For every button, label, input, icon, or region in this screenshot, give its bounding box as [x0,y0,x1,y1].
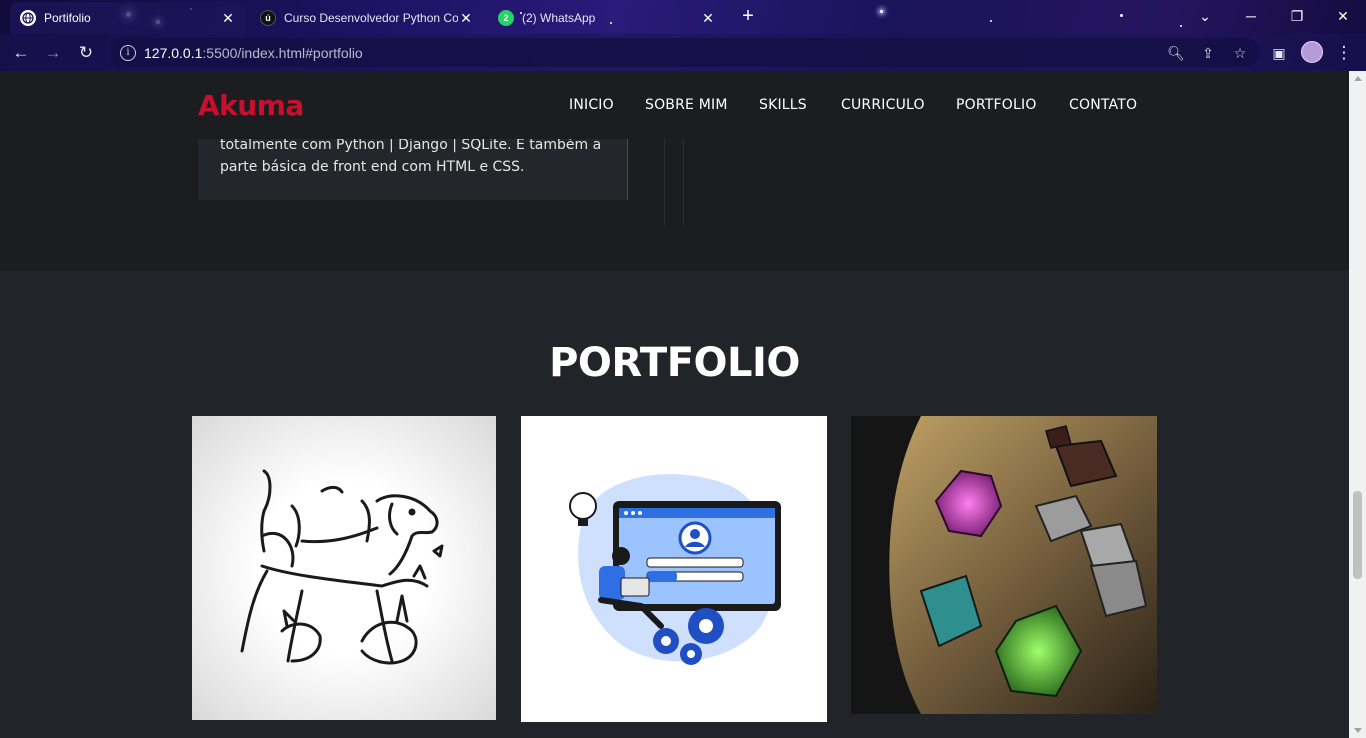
menu-icon[interactable]: ⋮ [1331,40,1357,66]
divider [683,129,684,226]
pets-line-art-image [240,469,444,665]
nav-sobre-mim[interactable]: SOBRE MIM [645,97,728,113]
tab-strip: Portifolio ✕ ú Curso Desenvolvedor Pytho… [0,0,1366,34]
scrollbar-thumb[interactable] [1353,491,1362,579]
tab-title: (2) WhatsApp [522,11,596,25]
tab-whatsapp[interactable]: 2 (2) WhatsApp ✕ [488,2,726,34]
whatsapp-icon: 2 [498,10,514,26]
portfolio-title: PORTFOLIO [549,340,800,386]
close-tab-icon[interactable]: ✕ [700,10,716,26]
close-tab-icon[interactable]: ✕ [458,10,474,26]
nav-curriculo[interactable]: CURRICULO [841,97,925,113]
nav-portfolio[interactable]: PORTFOLIO [956,97,1037,113]
scroll-down-icon[interactable] [1354,728,1362,733]
browser-chrome: Portifolio ✕ ú Curso Desenvolvedor Pytho… [0,0,1366,71]
tab-portfolio[interactable]: Portifolio ✕ [10,2,246,34]
experience-card: totalmente com Python | Django | SQLite.… [198,129,628,200]
address-bar[interactable]: i 127.0.0.1:5500/index.html#portfolio 🔍︎… [110,38,1260,67]
profile-avatar[interactable] [1301,41,1323,63]
site-info-icon[interactable]: i [120,44,136,61]
tab-udemy[interactable]: ú Curso Desenvolvedor Python Co ✕ [250,2,484,34]
tab-title: Curso Desenvolvedor Python Co [284,11,458,25]
rpg-dice-image [851,416,1157,714]
tab-title: Portifolio [44,11,91,25]
close-tab-icon[interactable]: ✕ [220,10,236,26]
nav-skills[interactable]: SKILLS [759,97,807,113]
portfolio-item-login[interactable] [521,416,827,722]
reload-icon[interactable]: ↻ [73,40,99,66]
browser-toolbar: ← → ↻ i 127.0.0.1:5500/index.html#portfo… [0,34,1366,71]
scroll-up-icon[interactable] [1354,76,1362,81]
minimize-icon[interactable]: ─ [1228,4,1274,28]
bookmark-star-icon[interactable]: ☆ [1231,44,1249,62]
zoom-icon[interactable]: 🔍︎ [1167,44,1185,62]
portfolio-item-pets[interactable] [192,416,496,720]
card-text: totalmente com Python | Django | SQLite.… [220,137,602,175]
page-scrollbar[interactable] [1349,71,1366,738]
portfolio-item-dice[interactable] [851,416,1157,714]
side-panel-icon[interactable]: ▣ [1266,40,1292,66]
site-navbar: Akuma INICIO SOBRE MIM SKILLS CURRICULO … [0,71,1349,139]
globe-icon [20,10,36,26]
tab-search-icon[interactable]: ⌄ [1182,4,1228,28]
url-text: 127.0.0.1:5500/index.html#portfolio [144,44,363,61]
udemy-icon: ú [260,10,276,26]
forward-icon[interactable]: → [40,40,66,66]
nav-inicio[interactable]: INICIO [569,97,614,113]
login-illustration-image [569,474,781,665]
site-logo[interactable]: Akuma [198,89,304,122]
share-icon[interactable]: ⇪ [1199,44,1217,62]
divider [664,129,665,226]
page-viewport: totalmente com Python | Django | SQLite.… [0,71,1349,738]
restore-icon[interactable]: ❐ [1274,4,1320,28]
close-window-icon[interactable]: ✕ [1320,4,1366,28]
portfolio-section: PORTFOLIO [0,271,1349,738]
back-icon[interactable]: ← [8,40,34,66]
nav-contato[interactable]: CONTATO [1069,97,1137,113]
new-tab-icon[interactable]: + [738,6,758,27]
